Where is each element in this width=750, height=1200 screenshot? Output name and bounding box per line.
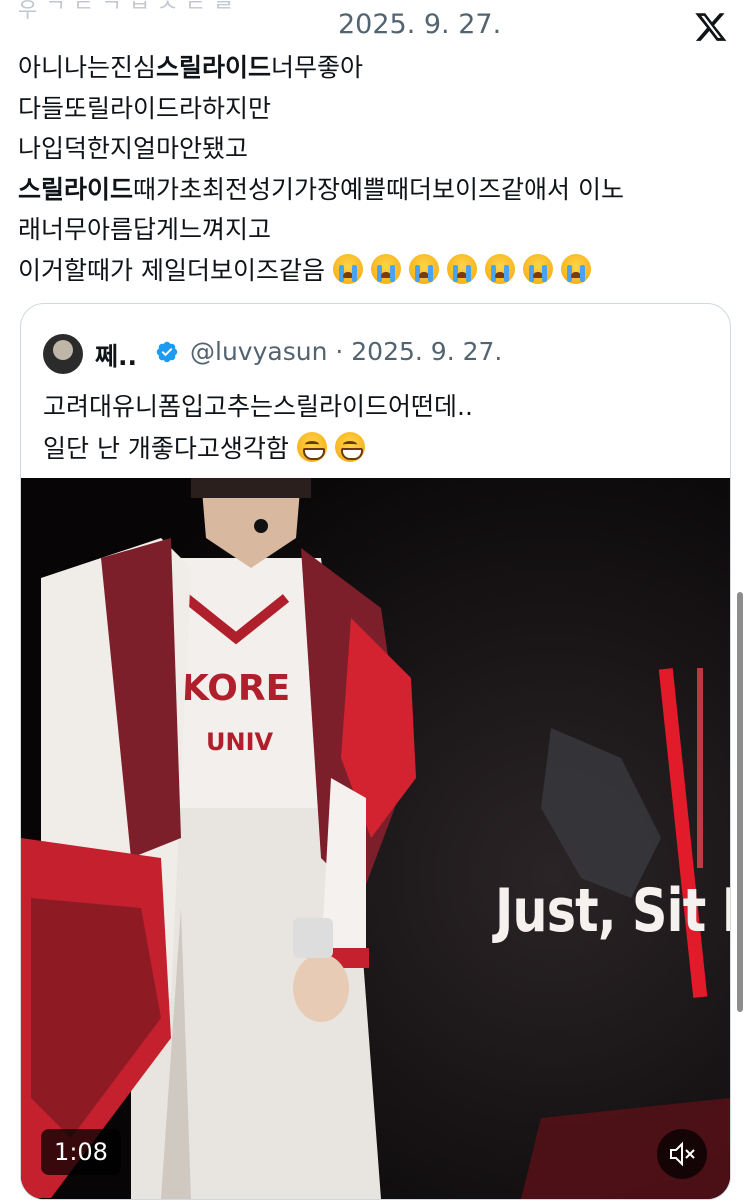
post-line-text: 이거할때가 제일더보이즈같음 (18, 255, 325, 285)
video-caption: Just, Sit I (495, 876, 730, 946)
grinning-face-with-smiling-eyes-icon (296, 432, 327, 462)
quote-author-name[interactable]: 쩨.. (95, 337, 137, 373)
post-line: 래너무아름답게느껴지고 (18, 210, 734, 251)
quote-tweet-card[interactable]: 쩨.. @luvyasun · 2025. 9. 27. 고려대유니폼입고추는스… (20, 303, 731, 1200)
quote-date: 2025. 9. 27. (351, 337, 503, 366)
post-line: 스릴라이드때가초최전성기가장예쁠때더보이즈같애서 이노 (18, 170, 734, 211)
quote-handle-date[interactable]: @luvyasun · 2025. 9. 27. (190, 337, 502, 366)
post-line-text: 다들또릴라이드라하지만 (18, 93, 272, 123)
separator-dot: · (327, 337, 352, 366)
quote-line: 일단 난 개좋다고생각함 (43, 428, 713, 470)
loudly-crying-face-icon (484, 253, 515, 284)
loudly-crying-face-icon (522, 253, 553, 284)
loudly-crying-face-icon (332, 253, 363, 284)
post-line-text: 아니나는진심 (18, 53, 157, 82)
post-text: 아니나는진심스릴라이드너무좋아 다들또릴라이드라하지만 나입덕한지얼마안됐고 스… (18, 48, 734, 291)
scrollbar[interactable] (737, 592, 743, 1012)
author-name-cut: 우 ᄀ ᄃ ᄀ ᄇ ᄉ ᄃ ᄅ (18, 0, 235, 22)
loudly-crying-face-icon (408, 253, 439, 284)
mute-button[interactable] (657, 1129, 707, 1179)
quote-line: 고려대유니폼입고추는스릴라이드어떤데.. (43, 392, 473, 421)
video-frame: KORE UNIV (21, 478, 730, 1199)
loudly-crying-face-icon (560, 253, 591, 284)
quote-text: 고려대유니폼입고추는스릴라이드어떤데.. 일단 난 개좋다고생각함 (43, 386, 713, 470)
post-line-bold: 스릴라이드 (18, 174, 134, 204)
tweet-page: 우 ᄀ ᄃ ᄀ ᄇ ᄉ ᄃ ᄅ 2025. 9. 27. 아니나는진심스릴라이드… (0, 0, 750, 1200)
grinning-face-with-smiling-eyes-icon (334, 432, 365, 462)
post-line: 다들또릴라이드라하지만 (18, 89, 734, 130)
post-line: 나입덕한지얼마안됐고 (18, 129, 734, 170)
emoji-row (289, 432, 365, 463)
verified-badge-icon (156, 341, 178, 363)
loudly-crying-face-icon (446, 253, 477, 284)
video-duration: 1:08 (41, 1129, 121, 1175)
post-line-text: 래너무아름답게느껴지고 (18, 215, 272, 244)
svg-text:KORE: KORE (181, 668, 290, 709)
post-header: 우 ᄀ ᄃ ᄀ ᄇ ᄉ ᄃ ᄅ 2025. 9. 27. (0, 0, 750, 41)
quote-line-text: 일단 난 개좋다고생각함 (43, 434, 289, 463)
svg-text:UNIV: UNIV (206, 728, 274, 756)
post-line: 이거할때가 제일더보이즈같음 (18, 251, 734, 292)
emoji-row (325, 253, 591, 285)
post-line-text: 때가초최전성기가장예쁠때더보이즈같애서 이노 (133, 174, 624, 204)
post-date[interactable]: 2025. 9. 27. (338, 9, 501, 40)
quote-handle: @luvyasun (190, 337, 328, 366)
avatar[interactable] (43, 334, 83, 374)
post-line: 아니나는진심스릴라이드너무좋아 (18, 48, 734, 89)
post-line-text: 너무좋아 (271, 53, 364, 82)
x-logo-icon[interactable] (694, 10, 728, 44)
loudly-crying-face-icon (370, 253, 401, 284)
video-player[interactable]: KORE UNIV Just, Sit I 1:08 (21, 478, 730, 1199)
post-line-bold: 스릴라이드 (156, 53, 272, 82)
post-line-text: 나입덕한지얼마안됐고 (18, 134, 249, 163)
speaker-muted-icon (670, 1141, 695, 1167)
